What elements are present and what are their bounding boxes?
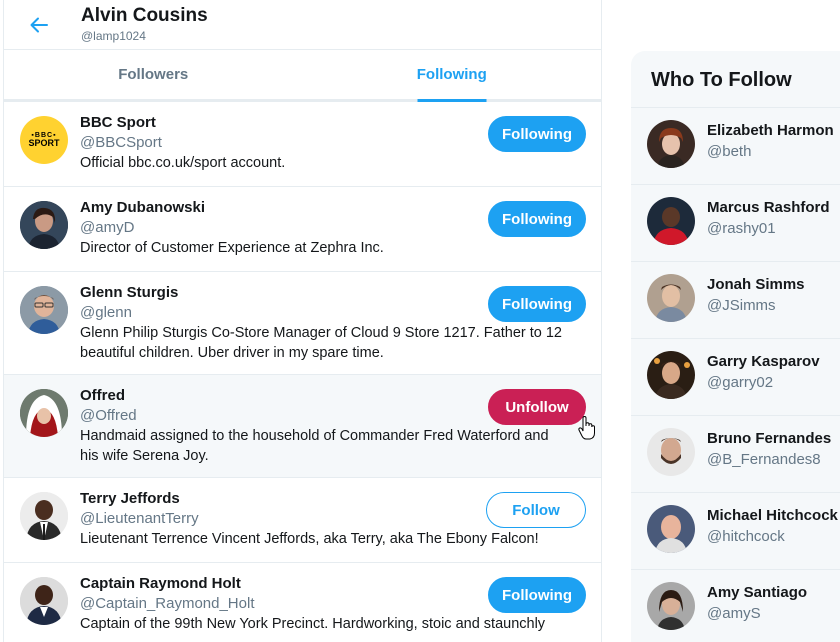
avatar: ▪BBC▪ SPORT: [20, 116, 68, 164]
following-list: ▪BBC▪ SPORT BBC Sport @BBCSport Official…: [4, 102, 601, 642]
suggestion-name[interactable]: Elizabeth Harmon: [707, 122, 834, 139]
avatar: [647, 582, 695, 630]
user-bio: Captain of the 99th New York Precinct. H…: [80, 616, 546, 632]
user-bio: Director of Customer Experience at Zephr…: [80, 240, 384, 256]
list-item[interactable]: Offred @Offred Handmaid assigned to the …: [4, 375, 601, 478]
suggestion-handle: @B_Fernandes8: [707, 451, 821, 468]
suggestion-handle: @rashy01: [707, 220, 776, 237]
suggestion-item[interactable]: Jonah Simms @JSimms: [631, 262, 840, 339]
user-bio: Official bbc.co.uk/sport account.: [80, 155, 286, 171]
hand-pointer-icon: [578, 415, 596, 445]
user-bio: Lieutenant Terrence Vincent Jeffords, ak…: [80, 531, 539, 547]
follow-tabs: Followers Following: [4, 50, 601, 102]
suggestion-item[interactable]: Elizabeth Harmon @beth: [631, 108, 840, 185]
suggestion-item[interactable]: Michael Hitchcock @hitchcock: [631, 493, 840, 570]
suggestion-name[interactable]: Jonah Simms: [707, 276, 805, 293]
unfollow-button[interactable]: Unfollow: [488, 389, 586, 425]
avatar: [20, 201, 68, 249]
suggestion-handle: @hitchcock: [707, 528, 785, 545]
suggestion-handle: @JSimms: [707, 297, 776, 314]
avatar: [20, 492, 68, 540]
user-bio: Glenn Philip Sturgis Co-Store Manager of…: [80, 325, 562, 361]
back-button[interactable]: [26, 12, 52, 38]
avatar: [647, 197, 695, 245]
suggestion-item[interactable]: Bruno Fernandes @B_Fernandes8: [631, 416, 840, 493]
following-button[interactable]: Following: [488, 116, 586, 152]
avatar: [647, 505, 695, 553]
suggestion-name[interactable]: Amy Santiago: [707, 584, 807, 601]
avatar: [647, 351, 695, 399]
following-button[interactable]: Following: [488, 201, 586, 237]
suggestion-name[interactable]: Garry Kasparov: [707, 353, 820, 370]
follow-button[interactable]: Follow: [486, 492, 586, 528]
panel-title: Who To Follow: [631, 51, 840, 108]
suggestion-item[interactable]: Garry Kasparov @garry02: [631, 339, 840, 416]
main-column: Alvin Cousins @lamp1024 Followers Follow…: [3, 0, 602, 642]
list-item[interactable]: Captain Raymond Holt @Captain_Raymond_Ho…: [4, 563, 601, 642]
suggestion-name[interactable]: Michael Hitchcock: [707, 507, 838, 524]
arrow-left-icon: [30, 17, 48, 33]
list-item[interactable]: Glenn Sturgis @glenn Glenn Philip Sturgi…: [4, 272, 601, 375]
profile-header: Alvin Cousins @lamp1024: [4, 0, 601, 50]
suggestion-handle: @amyS: [707, 605, 761, 622]
suggestion-item[interactable]: Amy Santiago @amyS: [631, 570, 840, 642]
following-button[interactable]: Following: [488, 286, 586, 322]
profile-handle: @lamp1024: [81, 29, 146, 43]
suggestion-item[interactable]: Marcus Rashford @rashy01: [631, 185, 840, 262]
tab-following[interactable]: Following: [303, 50, 602, 99]
suggestion-name[interactable]: Bruno Fernandes: [707, 430, 831, 447]
list-item[interactable]: ▪BBC▪ SPORT BBC Sport @BBCSport Official…: [4, 102, 601, 187]
avatar: [647, 120, 695, 168]
following-button[interactable]: Following: [488, 577, 586, 613]
suggestion-name[interactable]: Marcus Rashford: [707, 199, 830, 216]
suggestion-handle: @beth: [707, 143, 752, 160]
list-item[interactable]: Terry Jeffords @LieutenantTerry Lieutena…: [4, 478, 601, 563]
tab-followers[interactable]: Followers: [4, 50, 303, 99]
profile-name: Alvin Cousins: [81, 5, 208, 26]
avatar: [20, 389, 68, 437]
avatar: [20, 286, 68, 334]
avatar: [647, 428, 695, 476]
suggestion-handle: @garry02: [707, 374, 774, 391]
avatar: [20, 577, 68, 625]
user-bio: Handmaid assigned to the household of Co…: [80, 428, 549, 464]
list-item[interactable]: Amy Dubanowski @amyD Director of Custome…: [4, 187, 601, 272]
who-to-follow-panel: Who To Follow Elizabeth Harmon @beth Mar…: [631, 51, 840, 642]
avatar: [647, 274, 695, 322]
